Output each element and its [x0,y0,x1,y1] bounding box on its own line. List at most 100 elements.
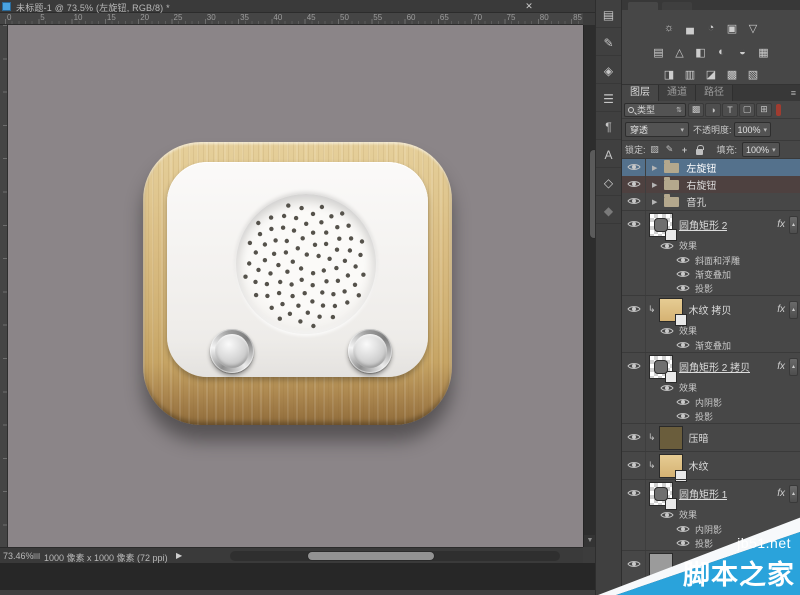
adjustments-tab-strip[interactable] [622,0,800,10]
notes-panel-icon[interactable]: ✎ [596,30,621,56]
layer-row[interactable]: 渐变叠加 [622,338,800,352]
expand-arrow-icon[interactable]: ▶ [652,164,657,172]
character-panel-icon[interactable]: A [596,142,621,168]
vertical-scrollbar[interactable]: ▼ [583,25,598,547]
color-lookup-icon[interactable]: ▦ [755,44,772,60]
document-titlebar[interactable]: 未标题-1 @ 73.5% (左旋钮, RGB/8) * ✕ [0,0,595,13]
fx-collapse-chevron-icon[interactable]: ▴ [789,215,798,234]
blend-mode-dropdown[interactable]: 穿透 ▾ [625,122,689,137]
horizontal-ruler[interactable]: 0 5 10 15 20 25 30 35 40 45 50 55 60 65 70 75 80 85 [0,13,583,25]
curves-icon[interactable]: ◔ [703,20,720,36]
brush-presets-panel-icon[interactable]: ◈ [596,58,621,84]
effects-eye-icon[interactable] [660,510,674,520]
visibility-eye-icon[interactable] [626,159,641,177]
expand-arrow-icon[interactable]: ▶ [652,198,657,206]
layer-row[interactable]: 圆角矩形 2 拷贝 fx ▴ [622,352,800,382]
layer-row[interactable]: 内阴影 [622,395,800,409]
effect-eye-icon[interactable] [676,269,690,279]
vibrance-icon[interactable]: ▽ [745,20,762,36]
hue-saturation-icon[interactable]: ▤ [650,44,667,60]
layer-row[interactable]: 效果 [622,323,800,338]
effect-eye-icon[interactable] [676,397,690,407]
properties-panel-icon[interactable]: ◆ [596,198,621,224]
filter-toggle-icon[interactable] [776,103,781,116]
filter-type-layers-icon[interactable]: T [722,102,738,117]
zoom-level[interactable]: 73.46% [3,551,34,561]
color-balance-icon[interactable]: △ [671,44,688,60]
threshold-icon[interactable]: ◪ [703,66,720,82]
vertical-ruler[interactable] [0,25,8,547]
fill-value[interactable]: 100% ▾ [742,142,780,157]
tab-channels[interactable]: 通道 [659,85,696,101]
layer-row[interactable]: 圆角矩形 1 fx ▴ [622,479,800,509]
layer-thumbnail[interactable] [659,454,686,481]
layer-row[interactable]: 内阴影 [622,522,800,536]
layer-thumbnail[interactable] [659,426,682,449]
lock-transparency-icon[interactable]: ▨ [649,143,661,156]
layer-row[interactable]: 投影 [622,281,800,295]
layer-row[interactable]: 效果 [622,507,800,522]
lock-all-icon[interactable] [694,143,706,156]
paragraph-panel-icon[interactable]: ¶ [596,114,621,140]
visibility-eye-icon[interactable] [626,485,641,503]
filter-kind-dropdown[interactable]: 类型 ⇅ [624,102,686,117]
visibility-eye-icon[interactable] [626,301,641,319]
left-knob[interactable] [210,329,254,373]
3d-panel-icon[interactable]: ◇ [596,170,621,196]
effect-eye-icon[interactable] [676,524,690,534]
close-icon[interactable]: ✕ [522,0,536,12]
exposure-icon[interactable]: ▣ [724,20,741,36]
expand-arrow-icon[interactable]: ▶ [652,181,657,189]
horizontal-scrollbar-thumb[interactable] [308,552,434,560]
invert-icon[interactable]: ◨ [661,66,678,82]
visibility-eye-icon[interactable] [626,358,641,376]
layer-row[interactable]: 效果 [622,380,800,395]
layer-row[interactable]: ▶ 右旋钮 [622,176,800,193]
lock-pixels-icon[interactable]: ✎ [664,143,676,156]
layer-row[interactable]: ↳ 木纹 拷贝 fx ▴ [622,295,800,325]
layer-row[interactable]: 斜面和浮雕 [622,253,800,267]
selective-color-icon[interactable]: ▧ [745,66,762,82]
levels-icon[interactable]: ▄ [682,20,699,36]
histogram-panel-icon[interactable]: ▤ [596,2,621,28]
effect-eye-icon[interactable] [676,538,690,548]
effects-eye-icon[interactable] [660,326,674,336]
effect-eye-icon[interactable] [676,283,690,293]
layer-thumbnail[interactable] [650,355,676,382]
horizontal-scrollbar[interactable] [230,551,560,561]
photo-filter-icon[interactable]: ◐ [713,44,730,60]
posterize-icon[interactable]: ▥ [682,66,699,82]
fx-collapse-chevron-icon[interactable]: ▴ [789,357,798,376]
layer-thumbnail[interactable] [650,213,676,240]
visibility-eye-icon[interactable] [626,457,641,475]
filter-pixel-layers-icon[interactable]: ▩ [688,102,704,117]
effects-eye-icon[interactable] [660,383,674,393]
effect-eye-icon[interactable] [676,340,690,350]
effects-eye-icon[interactable] [660,241,674,251]
layer-row[interactable]: 投影 [622,536,800,550]
filter-shape-layers-icon[interactable]: ▢ [739,102,755,117]
status-menu-arrow-icon[interactable]: ▶ [176,551,182,560]
fx-collapse-chevron-icon[interactable]: ▴ [789,484,798,503]
visibility-eye-icon[interactable] [626,193,641,211]
layer-row[interactable] [622,550,800,578]
effect-eye-icon[interactable] [676,255,690,265]
visibility-eye-icon[interactable] [626,216,641,234]
effect-eye-icon[interactable] [676,411,690,421]
visibility-eye-icon[interactable] [626,429,641,447]
visibility-eye-icon[interactable] [626,556,641,574]
brightness-contrast-icon[interactable]: ☼ [661,20,678,36]
layer-row[interactable]: 渐变叠加 [622,267,800,281]
tool-presets-panel-icon[interactable]: ☰ [596,86,621,112]
tab-paths[interactable]: 路径 [696,85,733,101]
layer-row[interactable]: ▶ 左旋钮 [622,159,800,176]
fx-collapse-chevron-icon[interactable]: ▴ [789,300,798,319]
speaker-icon-wood-frame[interactable] [143,142,452,425]
tab-layers[interactable]: 图层 [622,85,659,101]
right-knob[interactable] [348,329,392,373]
filter-smart-objects-icon[interactable]: ⊞ [756,102,772,117]
visibility-eye-icon[interactable] [626,176,641,194]
lock-position-icon[interactable]: + [679,143,691,156]
layer-thumbnail[interactable] [650,482,676,509]
layer-row[interactable]: 效果 [622,238,800,253]
